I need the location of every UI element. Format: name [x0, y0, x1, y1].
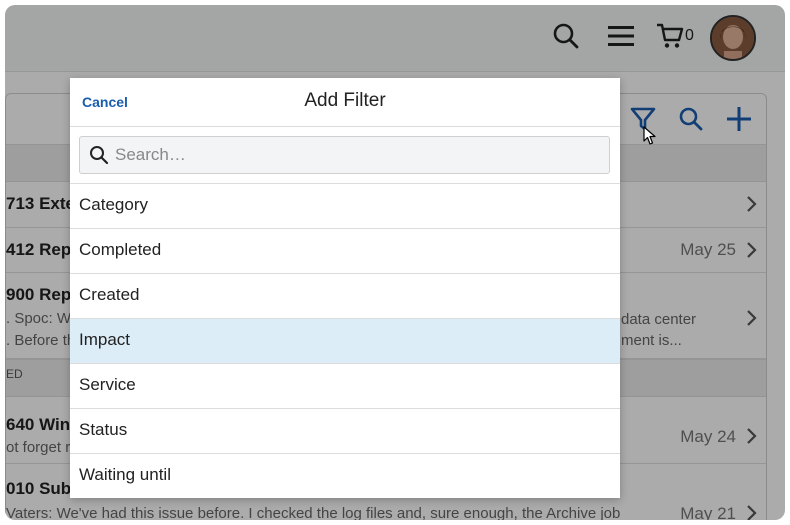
filter-search-bar	[70, 127, 620, 184]
dialog-title: Add Filter	[304, 90, 386, 111]
filter-search-box[interactable]	[79, 136, 610, 174]
mouse-cursor-icon	[643, 126, 656, 145]
filter-search-input[interactable]	[115, 143, 595, 167]
add-filter-dialog: Cancel Add Filter Category Completed Cre…	[70, 78, 620, 498]
filter-option-status[interactable]: Status	[70, 409, 620, 454]
search-icon	[90, 146, 109, 165]
filter-option-waiting-until[interactable]: Waiting until	[70, 454, 620, 498]
filter-option-completed[interactable]: Completed	[70, 229, 620, 274]
filter-option-category[interactable]: Category	[70, 184, 620, 229]
filter-option-service[interactable]: Service	[70, 364, 620, 409]
filter-option-impact[interactable]: Impact	[70, 319, 620, 364]
filter-option-created[interactable]: Created	[70, 274, 620, 319]
dialog-header: Cancel Add Filter	[70, 78, 620, 127]
